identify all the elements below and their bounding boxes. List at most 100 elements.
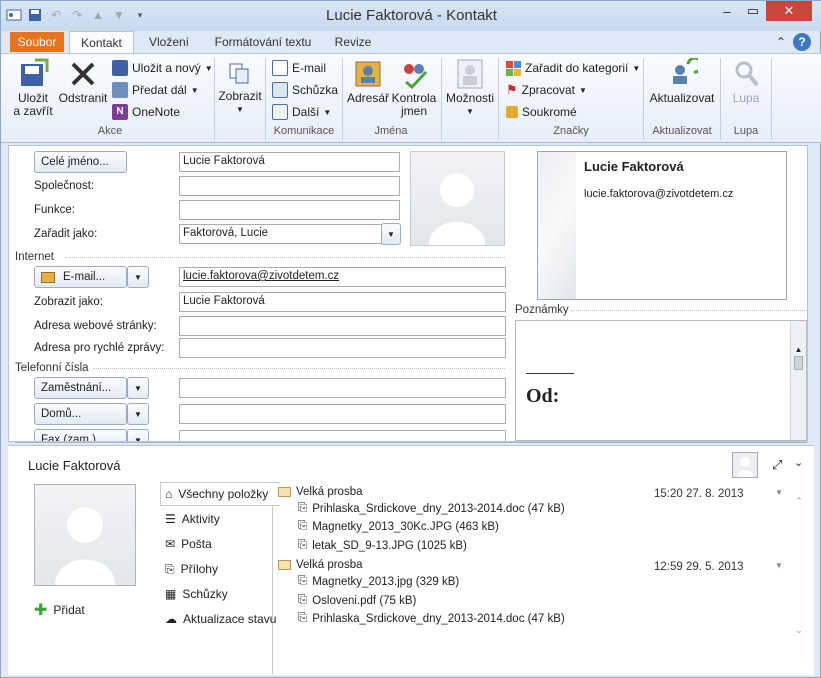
im-address-field[interactable] [179, 338, 506, 358]
add-button[interactable]: ✚ Přidat [34, 600, 85, 620]
notes-label: Poznámky [515, 304, 569, 316]
attachment-name: letak_SD_9-13.JPG (1025 kB) [312, 539, 467, 552]
chevron-down-icon: ▼ [204, 63, 213, 73]
people-pane: Lucie Faktorová ⤢ ⌄ ✚ Přidat ⌂ Všechny po… [8, 445, 814, 675]
job-title-field[interactable] [179, 200, 400, 220]
group-label-update: Aktualizovat [652, 125, 712, 137]
email-type-dropdown[interactable]: ▼ [127, 266, 149, 288]
tab-format-text[interactable]: Formátování textu [207, 31, 319, 53]
message-date: 12:59 29. 5. 2013 [654, 561, 744, 573]
delete-icon [71, 62, 95, 86]
attachment-item[interactable]: ⎘ Prihlaska_Srdickove_dny_2013-2014.doc (… [298, 502, 565, 515]
meeting-button[interactable]: Schůzka [272, 80, 338, 100]
update-button[interactable]: Aktualizovat [647, 58, 717, 105]
paperclip-icon: ⎘ [298, 539, 308, 551]
full-name-button[interactable]: Celé jméno... [34, 151, 127, 173]
message-expand-icon[interactable]: ▼ [775, 488, 783, 497]
delete-button[interactable]: Odstranit [57, 58, 109, 105]
message-expand-icon[interactable]: ▼ [775, 561, 783, 570]
nav-activities[interactable]: ☰ Aktivity [160, 507, 278, 531]
nav-meetings-label: Schůzky [182, 587, 228, 601]
home-phone-button[interactable]: Domů... [34, 403, 127, 425]
help-icon[interactable]: ? [793, 33, 811, 51]
web-page-field[interactable] [179, 316, 506, 336]
home-phone-field[interactable] [179, 404, 506, 424]
home-phone-dropdown[interactable]: ▼ [127, 403, 149, 425]
meeting-icon [272, 82, 288, 98]
meeting-label: Schůzka [292, 83, 339, 97]
check-names-button[interactable]: Kontrola jmen [391, 58, 437, 118]
person-silhouette-icon [55, 507, 115, 585]
people-pane-avatar-small[interactable] [732, 452, 758, 478]
attachment-item[interactable]: ⎘ Prihlaska_Srdickove_dny_2013-2014.doc (… [298, 612, 565, 625]
attachment-item[interactable]: ⎘ Osloveni.pdf (75 kB) [298, 594, 416, 607]
show-button[interactable]: Zobrazit ▼ [217, 58, 263, 116]
delete-label: Odstranit [58, 91, 108, 105]
tab-contact[interactable]: Kontakt [69, 31, 134, 53]
nav-mail[interactable]: ✉ Pošta [160, 532, 278, 556]
notes-area[interactable]: Od: ▲ [515, 320, 807, 441]
work-phone-dropdown[interactable]: ▼ [127, 377, 149, 399]
fax-field[interactable] [179, 430, 506, 441]
maximize-button[interactable]: ▭ [740, 1, 766, 21]
attachment-item[interactable]: ⎘ Magnetky_2013.jpg (329 kB) [298, 575, 459, 588]
attachment-item[interactable]: ⎘ letak_SD_9-13.JPG (1025 kB) [298, 539, 467, 552]
message-item[interactable]: Velká prosba [278, 559, 363, 571]
onenote-button[interactable]: N OneNote [112, 102, 180, 122]
work-phone-field[interactable] [179, 378, 506, 398]
collapse-pane-icon[interactable]: ⌄ [794, 456, 803, 469]
forward-button[interactable]: Předat dál ▼ [112, 80, 199, 100]
contact-photo[interactable] [410, 151, 505, 246]
tab-insert[interactable]: Vložení [141, 31, 197, 53]
nav-activities-label: Aktivity [181, 512, 220, 526]
person-icon [737, 457, 753, 477]
collapse-ribbon-icon[interactable]: ⌃ [773, 31, 789, 53]
more-label: Další [292, 105, 320, 119]
nav-all-items[interactable]: ⌂ Všechny položky [160, 482, 280, 506]
file-as-dropdown[interactable]: ▼ [381, 223, 401, 245]
work-phone-button[interactable]: Zaměstnání... [34, 377, 127, 399]
address-book-button[interactable]: Adresář [345, 58, 391, 105]
paperclip-icon: ⎘ [298, 612, 308, 624]
attachment-item[interactable]: ⎘ Magnetky_2013_30Kc.JPG (463 kB) [298, 520, 499, 533]
email-field[interactable]: lucie.faktorova@zivotdetem.cz [179, 267, 506, 287]
more-button[interactable]: Další ▼ [272, 102, 331, 122]
card-email: lucie.faktorova@zivotdetem.cz [584, 188, 734, 200]
paperclip-icon: ⎘ [298, 502, 308, 514]
nav-meetings[interactable]: ▦ Schůzky [160, 582, 278, 606]
save-new-icon [112, 60, 128, 76]
categorize-button[interactable]: Zařadit do kategorií ▼ [506, 58, 640, 78]
email-picker-button[interactable]: E-mail... [34, 266, 127, 288]
address-book-label: Adresář [346, 91, 390, 105]
flag-icon: ⚑ [506, 82, 518, 97]
nav-attachments[interactable]: ⎘ Přílohy [160, 557, 278, 581]
minimize-button[interactable]: – [714, 1, 740, 21]
file-as-field[interactable]: Faktorová, Lucie [179, 224, 384, 244]
private-button[interactable]: Soukromé [506, 102, 577, 122]
people-pane-photo [34, 484, 136, 586]
business-card[interactable]: Lucie Faktorová lucie.faktorova@zivotdet… [537, 151, 787, 300]
contact-window: ↶ ↷ ▲ ▼ ▾ Lucie Faktorová - Kontakt – ▭ … [0, 0, 821, 678]
close-button[interactable]: ✕ [766, 1, 812, 21]
company-field[interactable] [179, 176, 400, 196]
nav-status-updates[interactable]: ☁ Aktualizace stavu [160, 607, 290, 631]
save-new-button[interactable]: Uložit a nový ▼ [112, 58, 213, 78]
save-close-button[interactable]: Uložit a zavřít [9, 58, 57, 118]
expand-icon[interactable]: ⤢ [772, 457, 782, 473]
tab-file[interactable]: Soubor [10, 32, 64, 52]
scroll-up-icon: ▲ [794, 345, 803, 354]
display-as-field[interactable]: Lucie Faktorová [179, 292, 506, 312]
zoom-button[interactable]: Lupa [723, 58, 769, 105]
email-button[interactable]: E-mail [272, 58, 326, 78]
people-pane-scrollbar[interactable]: ⌃ ⌄ [792, 484, 806, 654]
full-name-field[interactable]: Lucie Faktorová [179, 152, 400, 172]
people-pane-name: Lucie Faktorová [28, 458, 121, 473]
tab-review[interactable]: Revize [328, 31, 378, 53]
notes-scrollbar[interactable]: ▲ [790, 321, 806, 440]
followup-button[interactable]: ⚑ Zpracovat ▼ [506, 80, 587, 100]
message-item[interactable]: Velká prosba [278, 486, 363, 498]
options-button[interactable]: Možnosti ▼ [444, 58, 496, 118]
fax-button[interactable]: Fax (zam.)... [34, 429, 127, 441]
chevron-down-icon: ▼ [323, 107, 332, 117]
fax-dropdown[interactable]: ▼ [127, 429, 149, 441]
